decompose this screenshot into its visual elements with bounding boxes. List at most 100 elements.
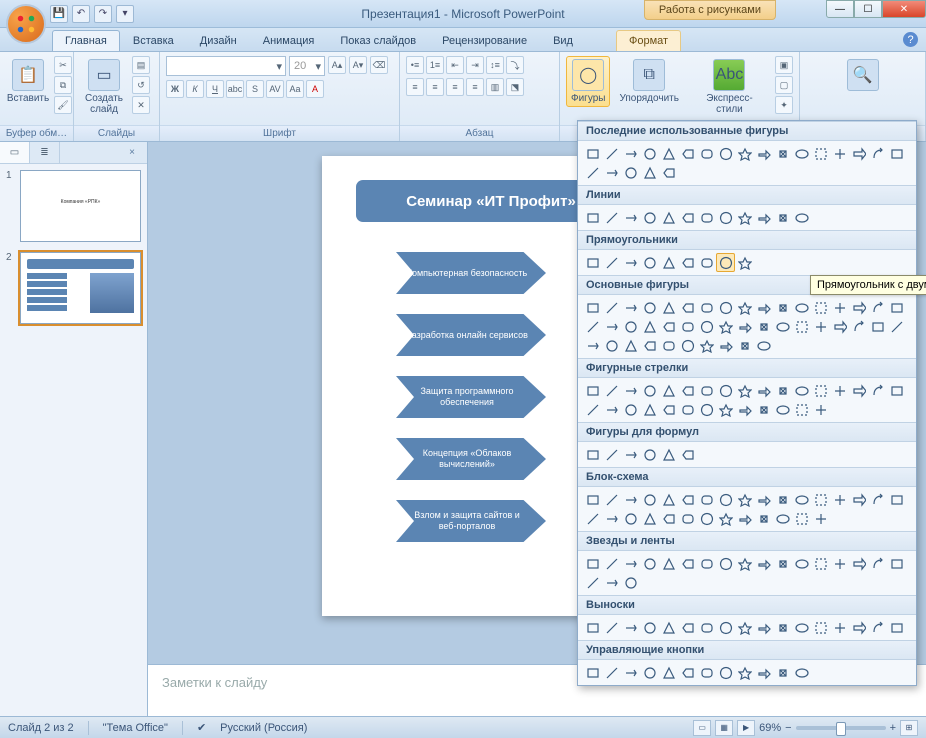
shape-item[interactable] (830, 490, 849, 509)
undo-icon[interactable]: ↶ (72, 5, 90, 23)
shape-item[interactable] (640, 400, 659, 419)
shape-item[interactable] (621, 253, 640, 272)
shape-item[interactable] (735, 663, 754, 682)
help-icon[interactable]: ? (903, 32, 918, 47)
format-painter-icon[interactable]: 🖌 (54, 96, 72, 114)
paste-button[interactable]: 📋 Вставить (6, 56, 50, 107)
spellcheck-icon[interactable]: ✔ (197, 721, 206, 734)
columns-icon[interactable]: ▥ (486, 78, 504, 96)
shape-item[interactable] (659, 618, 678, 637)
shape-item[interactable] (735, 554, 754, 573)
shape-item[interactable] (621, 490, 640, 509)
shape-item[interactable] (583, 618, 602, 637)
shape-item[interactable] (754, 317, 773, 336)
tab-design[interactable]: Дизайн (187, 30, 250, 51)
shape-item[interactable] (678, 400, 697, 419)
zoom-value[interactable]: 69% (759, 722, 781, 734)
shape-item[interactable] (678, 663, 697, 682)
shape-item[interactable] (887, 554, 906, 573)
shape-item[interactable] (716, 554, 735, 573)
font-size-combo[interactable]: 20 (289, 56, 325, 76)
shape-item[interactable] (659, 445, 678, 464)
font-color-icon[interactable]: A (306, 80, 324, 98)
shape-item[interactable] (678, 253, 697, 272)
shape-item[interactable] (773, 509, 792, 528)
shape-item[interactable] (735, 208, 754, 227)
shape-item[interactable] (811, 618, 830, 637)
cut-icon[interactable]: ✂ (54, 56, 72, 74)
shape-item[interactable] (868, 144, 887, 163)
shape-item[interactable] (792, 490, 811, 509)
strike-icon[interactable]: abc (226, 80, 244, 98)
shape-item[interactable] (735, 253, 754, 272)
shape-item[interactable] (621, 663, 640, 682)
shape-item[interactable] (583, 663, 602, 682)
slide-thumb-2[interactable] (20, 252, 141, 324)
justify-icon[interactable]: ≡ (466, 78, 484, 96)
slide-thumb-1[interactable]: Компания «РПК» (20, 170, 141, 242)
arrow-shape[interactable]: Концепция «Облаков вычислений» (396, 438, 546, 480)
shape-item[interactable] (621, 298, 640, 317)
sorter-view-icon[interactable]: ▦ (715, 720, 733, 736)
shape-item[interactable] (697, 490, 716, 509)
shape-item[interactable] (697, 336, 716, 355)
shape-item[interactable] (868, 554, 887, 573)
shape-item[interactable] (887, 490, 906, 509)
shape-item[interactable] (602, 253, 621, 272)
shape-item[interactable] (621, 317, 640, 336)
shape-item[interactable] (602, 317, 621, 336)
shape-item[interactable] (640, 253, 659, 272)
shape-item[interactable] (583, 445, 602, 464)
shape-item[interactable] (811, 298, 830, 317)
shape-item[interactable] (678, 509, 697, 528)
shape-outline-icon[interactable]: ▢ (775, 76, 793, 94)
tab-format[interactable]: Формат (616, 30, 681, 51)
shape-item[interactable] (640, 663, 659, 682)
shape-item[interactable] (678, 144, 697, 163)
shape-item[interactable] (716, 208, 735, 227)
close-button[interactable]: ✕ (882, 0, 926, 18)
zoom-slider[interactable] (796, 726, 886, 730)
shape-item[interactable] (640, 163, 659, 182)
shape-item[interactable] (621, 554, 640, 573)
shape-item[interactable] (602, 445, 621, 464)
shape-item[interactable] (754, 663, 773, 682)
shape-item[interactable] (678, 445, 697, 464)
shape-item[interactable] (754, 144, 773, 163)
shape-item[interactable] (773, 381, 792, 400)
redo-icon[interactable]: ↷ (94, 5, 112, 23)
status-lang[interactable]: Русский (Россия) (220, 722, 307, 734)
shape-item[interactable] (678, 336, 697, 355)
shape-item[interactable] (754, 618, 773, 637)
shape-item[interactable] (849, 144, 868, 163)
shape-item[interactable] (830, 554, 849, 573)
shape-item[interactable] (583, 490, 602, 509)
shape-item[interactable] (602, 381, 621, 400)
shape-item[interactable] (773, 298, 792, 317)
shape-item[interactable] (830, 381, 849, 400)
shape-item[interactable] (697, 317, 716, 336)
shape-item[interactable] (716, 490, 735, 509)
shape-item[interactable] (773, 208, 792, 227)
shape-item[interactable] (659, 144, 678, 163)
shape-item[interactable] (887, 144, 906, 163)
shape-item[interactable] (583, 381, 602, 400)
shrink-font-icon[interactable]: A▾ (349, 56, 367, 74)
shape-item[interactable] (602, 298, 621, 317)
shape-item[interactable] (659, 298, 678, 317)
shape-item[interactable] (583, 509, 602, 528)
shape-item[interactable] (583, 208, 602, 227)
shape-item[interactable] (697, 144, 716, 163)
spacing-icon[interactable]: AV (266, 80, 284, 98)
shape-item[interactable] (621, 445, 640, 464)
shape-item[interactable] (868, 381, 887, 400)
shape-item[interactable] (792, 618, 811, 637)
shape-item[interactable] (621, 509, 640, 528)
shape-item[interactable] (697, 509, 716, 528)
shape-item[interactable] (792, 208, 811, 227)
shape-item[interactable] (697, 618, 716, 637)
shape-item[interactable] (678, 554, 697, 573)
shape-item[interactable] (602, 573, 621, 592)
shape-item[interactable] (659, 509, 678, 528)
shape-item[interactable] (640, 445, 659, 464)
